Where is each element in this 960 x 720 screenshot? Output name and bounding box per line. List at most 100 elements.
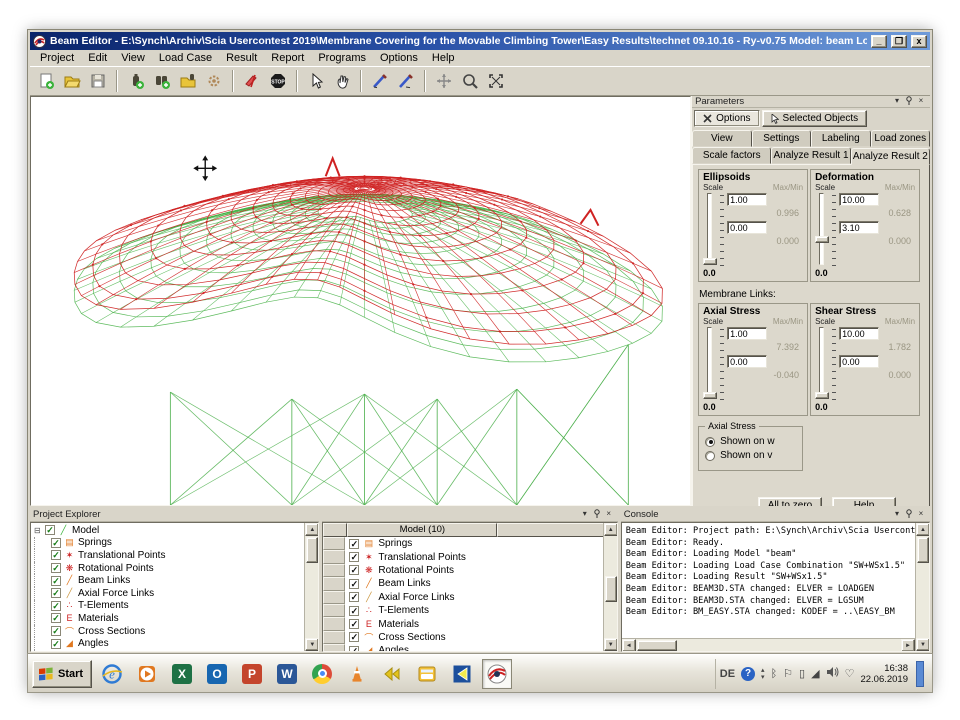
model-3d-viewport[interactable] [30, 96, 691, 506]
checkbox-icon[interactable]: ✓ [349, 632, 359, 642]
model-vscroll[interactable]: ▲ ▼ [603, 523, 617, 651]
open-model-button[interactable] [60, 69, 84, 93]
checkbox-icon[interactable]: ✓ [349, 539, 359, 549]
draw-link-button[interactable] [394, 69, 418, 93]
expand-tray-icon[interactable]: ▴▾ [761, 667, 765, 681]
dock-menu-icon[interactable]: ▾ [891, 96, 903, 107]
menu-project[interactable]: Project [34, 51, 80, 65]
tree-item-materials[interactable]: ✓EMaterials [34, 612, 318, 625]
file-manager-icon[interactable] [412, 659, 442, 689]
checkbox-icon[interactable]: ✓ [51, 613, 61, 623]
fit-view-button[interactable] [484, 69, 508, 93]
tree-item-cross-sections[interactable]: ✓⌒Cross Sections [34, 625, 318, 638]
checkbox-icon[interactable]: ✓ [51, 651, 61, 652]
checkbox-icon[interactable]: ✓ [349, 619, 359, 629]
tree-item-axial-force-links[interactable]: ✓╱Axial Force Links [34, 587, 318, 600]
deformation-offset-input[interactable] [839, 221, 879, 234]
tree-item-t-elements[interactable]: ✓∴T-Elements [34, 600, 318, 613]
radio-button-icon[interactable] [705, 437, 715, 447]
menu-options[interactable]: Options [374, 51, 424, 65]
project-explorer-vscroll[interactable]: ▲ ▼ [304, 523, 318, 651]
vlc-icon[interactable] [342, 659, 372, 689]
scroll-down-icon[interactable]: ▼ [604, 638, 618, 651]
row-header-cell[interactable] [323, 591, 345, 604]
tree-item-rotational-points[interactable]: ✓❋Rotational Points [34, 562, 318, 575]
status-tray-icon[interactable]: ♡ [845, 667, 855, 680]
row-header-cell[interactable] [323, 631, 345, 644]
new-model-button[interactable] [34, 69, 58, 93]
checkbox-icon[interactable]: ✓ [51, 588, 61, 598]
model-column-header[interactable]: Model (10) [347, 523, 497, 537]
internet-explorer-icon[interactable]: e [97, 659, 127, 689]
row-header-cell[interactable] [323, 564, 345, 577]
model-row-translational-points[interactable]: ✓✶Translational Points [323, 550, 616, 563]
shear-stress-offset-input[interactable] [839, 355, 879, 368]
minimize-button[interactable]: _ [871, 35, 887, 48]
tab-settings[interactable]: Settings [752, 130, 811, 147]
select-cursor-button[interactable] [304, 69, 328, 93]
checkbox-icon[interactable]: ✓ [51, 538, 61, 548]
sync-arrows-icon[interactable] [377, 659, 407, 689]
show-desktop-button[interactable] [916, 661, 924, 687]
row-header-cell[interactable] [323, 550, 345, 563]
chrome-icon[interactable] [307, 659, 337, 689]
help-tray-icon[interactable]: ? [741, 667, 755, 681]
checkbox-icon[interactable]: ✓ [349, 552, 359, 562]
tree-item-beam-links[interactable]: ✓╱Beam Links [34, 574, 318, 587]
close-dock-icon[interactable]: × [915, 96, 927, 107]
ellipsoids-scale-input[interactable] [727, 193, 767, 206]
add-load-cases-button[interactable] [150, 69, 174, 93]
bluetooth-tray-icon[interactable]: ᛒ [771, 668, 778, 680]
radio-shown-on-v[interactable]: Shown on v [705, 450, 796, 461]
checkbox-icon[interactable]: ✓ [349, 606, 359, 616]
stop-button[interactable]: STOP [266, 69, 290, 93]
tab-options[interactable]: Options [694, 110, 759, 127]
scroll-up-icon[interactable]: ▲ [604, 523, 618, 536]
pin-icon[interactable] [591, 509, 603, 520]
row-header-cell[interactable] [323, 617, 345, 630]
word-icon[interactable]: W [272, 659, 302, 689]
model-row-cross-sections[interactable]: ✓⌒Cross Sections [323, 631, 616, 644]
tab-labeling[interactable]: Labeling [811, 130, 870, 147]
row-header-cell[interactable] [323, 577, 345, 590]
tab-view[interactable]: View [692, 130, 751, 147]
checkbox-icon[interactable]: ✓ [51, 563, 61, 573]
scroll-up-icon[interactable]: ▲ [305, 523, 319, 536]
tab-scale-factors[interactable]: Scale factors [692, 147, 771, 164]
menu-load-case[interactable]: Load Case [153, 51, 218, 65]
checkbox-icon[interactable]: ✓ [349, 579, 359, 589]
powerpoint-icon[interactable]: P [237, 659, 267, 689]
flag-tray-icon[interactable]: ⚐ [783, 667, 793, 680]
row-header-cell[interactable] [323, 537, 345, 550]
media-player-icon[interactable] [132, 659, 162, 689]
zoom-view-button[interactable] [458, 69, 482, 93]
dock-menu-icon[interactable]: ▾ [579, 509, 591, 520]
tree-item-angles[interactable]: ✓◢Angles [34, 637, 318, 650]
model-row-springs[interactable]: ✓▤Springs [323, 537, 616, 550]
checkbox-icon[interactable]: ✓ [45, 525, 55, 535]
draw-beam-button[interactable] [368, 69, 392, 93]
model-row-materials[interactable]: ✓EMaterials [323, 617, 616, 630]
checkbox-icon[interactable]: ✓ [349, 565, 359, 575]
deformation-scale-slider[interactable] [815, 193, 829, 265]
tab-selected-objects[interactable]: Selected Objects [762, 110, 868, 127]
tab-analyze-result-1[interactable]: Analyze Result 1 [771, 147, 850, 164]
row-header-cell[interactable] [323, 604, 345, 617]
device-tray-icon[interactable]: ▯ [799, 667, 805, 680]
checkbox-icon[interactable]: ✓ [349, 592, 359, 602]
close-dock-icon[interactable]: × [915, 509, 927, 520]
language-indicator[interactable]: DE [720, 668, 735, 680]
shear-stress-scale-slider[interactable] [815, 327, 829, 399]
axial-stress-scale-input[interactable] [727, 327, 767, 340]
add-load-case-button[interactable] [124, 69, 148, 93]
model-row-axial-force-links[interactable]: ✓╱Axial Force Links [323, 591, 616, 604]
open-result-button[interactable] [176, 69, 200, 93]
volume-tray-icon[interactable] [826, 666, 839, 681]
start-button[interactable]: Start [32, 660, 92, 688]
tree-item-model[interactable]: ⊟✓╱Model [34, 524, 318, 537]
model-row-rotational-points[interactable]: ✓❋Rotational Points [323, 564, 616, 577]
row-header-cell[interactable] [323, 644, 345, 652]
deformation-scale-input[interactable] [839, 193, 879, 206]
scroll-right-icon[interactable]: ► [901, 639, 915, 652]
axial-stress-scale-slider[interactable] [703, 327, 717, 399]
